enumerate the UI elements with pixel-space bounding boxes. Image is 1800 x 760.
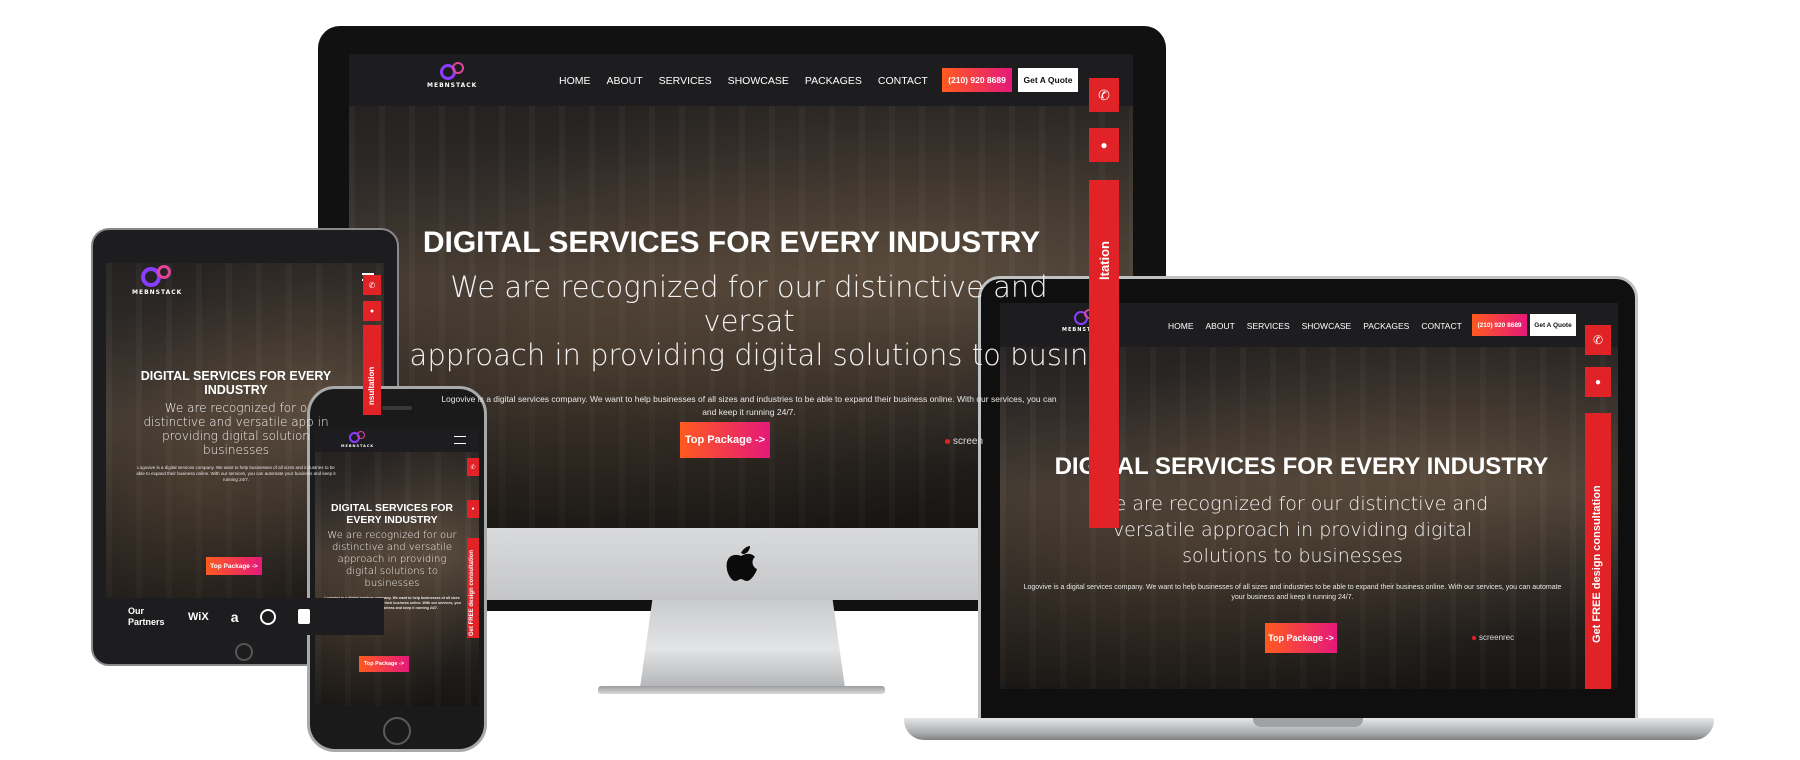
infinity-logo-icon: [348, 431, 368, 444]
hero-title: DIGITAL SERVICES FOR EVERY INDUSTRY: [331, 502, 453, 526]
site-header: MEBNSTACK: [315, 428, 479, 452]
wix-logo-icon: WiX: [188, 610, 209, 623]
screenrec-watermark: screenrec: [1472, 633, 1514, 642]
xbox-logo-icon: [260, 608, 277, 625]
screenrec-watermark: screen: [945, 436, 983, 447]
consultation-tab-label: nsultation: [367, 366, 376, 405]
hero-content: DIGITAL SERVICES FOR EVERY INDUSTRY We a…: [136, 369, 336, 483]
tablet-home-button: [235, 643, 253, 661]
nav-about[interactable]: ABOUT: [1206, 321, 1235, 331]
phone-icon: ✆: [1098, 86, 1110, 103]
get-quote-button[interactable]: Get A Quote: [1018, 68, 1078, 92]
consultation-side-tab[interactable]: Get FREE design consultation: [467, 538, 479, 638]
hero-subtitle: We are recognized for our distinctive an…: [1096, 493, 1489, 567]
chat-side-button[interactable]: ●: [1089, 128, 1119, 162]
phone-icon: ✆: [470, 464, 476, 471]
hero-subtitle: We are recognized for our distinctive an…: [327, 530, 457, 589]
nav-home[interactable]: HOME: [559, 75, 591, 87]
main-menu: HOME ABOUT SERVICES SHOWCASE PACKAGES CO…: [1168, 321, 1462, 331]
imac-stand: [640, 600, 845, 688]
nav-about[interactable]: ABOUT: [607, 75, 643, 87]
infinity-logo-icon: [139, 265, 175, 289]
chat-icon: ●: [369, 307, 375, 315]
top-package-button[interactable]: Top Package ->: [206, 557, 262, 575]
hero-title: DIGITAL SERVICES FOR EVERY INDUSTRY: [1054, 453, 1549, 480]
site-header: MEBNSTACK HOME ABOUT SERVICES SHOWCASE P…: [349, 54, 1133, 106]
nav-packages[interactable]: PACKAGES: [805, 75, 862, 87]
logo-wordmark: MEBNSTACK: [132, 289, 183, 296]
call-side-button[interactable]: ✆: [1585, 325, 1611, 355]
partners-label: Our Partners: [128, 605, 165, 627]
nav-packages[interactable]: PACKAGES: [1363, 321, 1409, 331]
nav-home[interactable]: HOME: [1168, 321, 1194, 331]
chat-icon: ●: [1594, 376, 1602, 388]
phone-screen: MEBNSTACK ✆ ● Get FREE design consultati…: [315, 428, 479, 706]
nav-showcase[interactable]: SHOWCASE: [728, 75, 789, 87]
hero-subtitle: We are recognized for o distinctive and …: [143, 401, 329, 457]
hero-content: DIGITAL SERVICES FOR EVERY INDUSTRY We a…: [349, 226, 1089, 417]
record-dot-icon: [945, 439, 950, 444]
infinity-logo-icon: [438, 62, 466, 82]
phone-home-button: [383, 717, 411, 745]
nav-showcase[interactable]: SHOWCASE: [1302, 321, 1352, 331]
hero-body: Logovive is a digital services company. …: [1023, 584, 1562, 601]
hero-body-line2: and keep it running 24/7.: [702, 407, 796, 417]
phone-number-button[interactable]: (210) 920 8689: [1472, 314, 1527, 336]
chat-side-button[interactable]: ●: [1585, 367, 1611, 397]
top-package-button[interactable]: Top Package ->: [680, 422, 770, 458]
site-logo[interactable]: MEBNSTACK: [341, 431, 374, 448]
imac-foot: [598, 686, 885, 694]
hero-subtitle-line2: approach in providing digital solutions …: [409, 338, 1089, 372]
hero-body: Logovive is a digital services company. …: [136, 465, 336, 482]
call-side-button[interactable]: ✆: [363, 275, 381, 295]
top-package-button[interactable]: Top Package ->: [359, 656, 409, 672]
call-side-button[interactable]: ✆: [1089, 78, 1119, 112]
chat-side-button[interactable]: ●: [363, 301, 381, 321]
nav-services[interactable]: SERVICES: [659, 75, 712, 87]
hero-content: DIGITAL SERVICES FOR EVERY INDUSTRY We a…: [1000, 453, 1585, 603]
logo-wordmark: MEBNSTACK: [427, 82, 478, 89]
record-dot-icon: [1472, 635, 1476, 640]
consultation-side-tab[interactable]: Get FREE design consultation: [1585, 413, 1611, 689]
nav-services[interactable]: SERVICES: [1247, 321, 1290, 331]
hero-body-line1: Logovive is a digital services company. …: [441, 394, 1057, 404]
hero-title: DIGITAL SERVICES FOR EVERY INDUSTRY: [422, 226, 1041, 259]
consultation-tab-label: ltation: [1097, 241, 1112, 280]
nav-contact[interactable]: CONTACT: [1421, 321, 1461, 331]
phone-icon: ✆: [1592, 333, 1604, 347]
site-logo[interactable]: MEBNSTACK: [427, 62, 477, 89]
hero-title: DIGITAL SERVICES FOR EVERY INDUSTRY: [140, 369, 332, 397]
main-menu: HOME ABOUT SERVICES SHOWCASE PACKAGES CO…: [559, 75, 928, 87]
consultation-tab-label: Get FREE design consultation: [1591, 485, 1603, 643]
amazon-logo-icon: a: [230, 608, 239, 625]
consultation-side-tab[interactable]: nsultation: [363, 325, 381, 415]
consultation-side-tab[interactable]: ltation: [1089, 180, 1119, 528]
partners-strip: Our Partners WiX a: [106, 598, 384, 635]
hero-content: DIGITAL SERVICES FOR EVERY INDUSTRY We a…: [323, 502, 461, 611]
consultation-tab-label: Get FREE design consultation: [469, 549, 475, 636]
chat-side-button[interactable]: ●: [467, 500, 479, 518]
phone-number-button[interactable]: (210) 920 8689: [942, 68, 1012, 92]
shopify-logo-icon: [298, 609, 311, 624]
chat-icon: ●: [1100, 138, 1108, 152]
chat-icon: ●: [471, 506, 475, 512]
nav-contact[interactable]: CONTACT: [878, 75, 928, 87]
hero-subtitle-line1: We are recognized for our distinctive an…: [450, 270, 1048, 338]
apple-logo-icon: [726, 546, 757, 581]
phone-icon: ✆: [368, 280, 376, 290]
laptop-notch: [1253, 718, 1363, 727]
get-quote-button[interactable]: Get A Quote: [1530, 314, 1576, 336]
call-side-button[interactable]: ✆: [467, 458, 479, 476]
logo-wordmark: MEBNSTACK: [341, 444, 375, 448]
top-package-button[interactable]: Top Package ->: [1265, 623, 1337, 653]
site-logo[interactable]: MEBNSTACK: [132, 265, 182, 296]
hamburger-menu-icon[interactable]: [454, 436, 466, 444]
